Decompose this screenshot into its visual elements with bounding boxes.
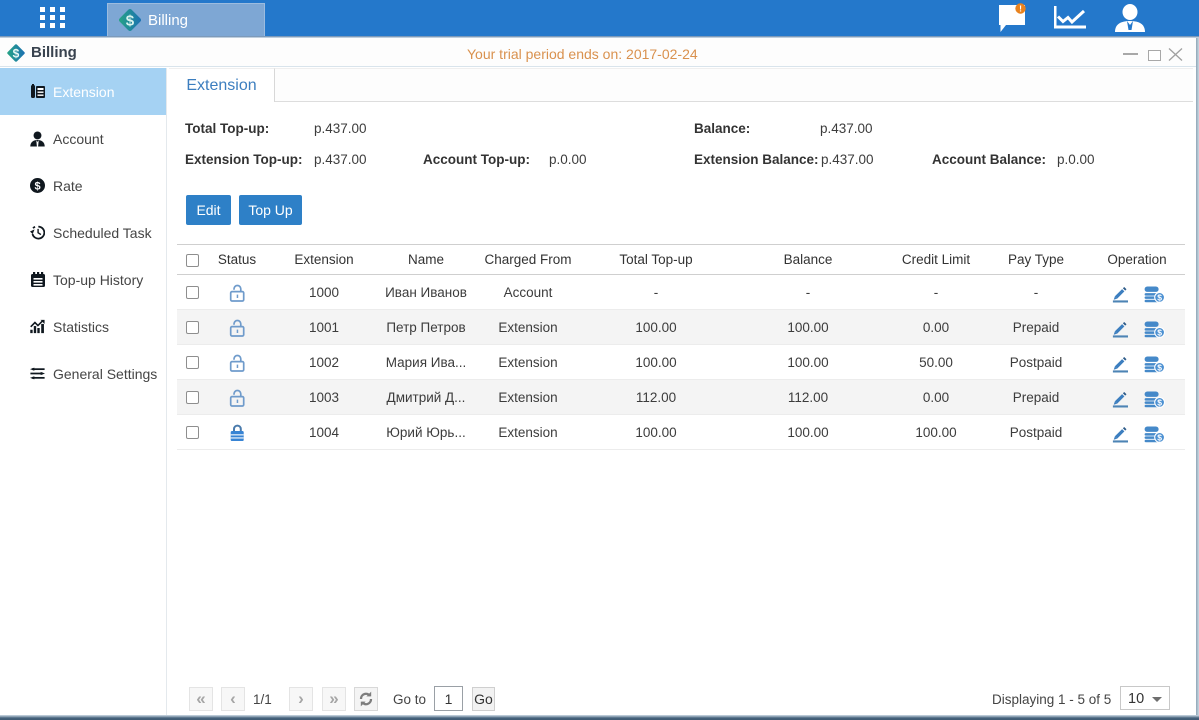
svg-text:$: $ — [34, 180, 40, 192]
svg-text:$: $ — [126, 12, 135, 29]
svg-text:!: ! — [1019, 4, 1022, 14]
svg-text:$: $ — [13, 47, 20, 61]
